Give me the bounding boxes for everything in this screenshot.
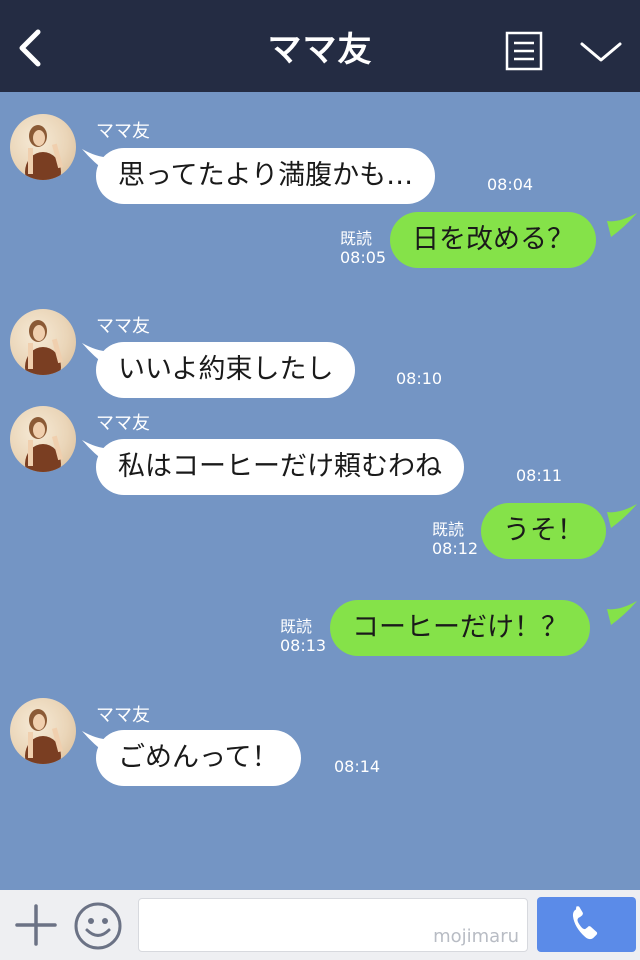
bubble-tail	[607, 601, 637, 625]
message-input[interactable]: mojimaru	[138, 898, 528, 952]
avatar[interactable]	[10, 309, 76, 375]
call-button[interactable]	[537, 897, 636, 952]
sender-name: ママ友	[96, 413, 150, 434]
watermark: mojimaru	[433, 926, 519, 947]
emoji-icon[interactable]	[73, 901, 123, 951]
avatar[interactable]	[10, 698, 76, 764]
read-label: 既読	[280, 617, 313, 636]
read-receipt: 既読 08:05	[340, 229, 386, 267]
bubble-tail	[607, 504, 637, 528]
avatar[interactable]	[10, 114, 76, 180]
chat-title: ママ友	[267, 30, 373, 70]
header-bar: ママ友	[0, 0, 640, 92]
avatar[interactable]	[10, 406, 76, 472]
plus-icon[interactable]	[14, 903, 58, 947]
message-bubble[interactable]: コーヒーだけ！？	[330, 600, 590, 656]
chevron-down-icon[interactable]	[578, 36, 624, 68]
read-receipt: 既読 08:12	[432, 520, 478, 558]
message-time: 08:05	[340, 248, 387, 267]
message-bubble[interactable]: いいよ約束したし	[96, 342, 356, 398]
menu-icon[interactable]	[505, 31, 543, 71]
message-bubble[interactable]: 思ってたより満腹かも…	[96, 148, 436, 204]
read-receipt: 既読 08:13	[280, 617, 326, 655]
sender-name: ママ友	[96, 705, 150, 726]
message-time: 08:10	[396, 369, 443, 388]
message-bubble[interactable]: うそ！	[481, 503, 606, 559]
read-label: 既読	[340, 229, 373, 248]
message-time: 08:11	[516, 466, 563, 485]
sender-name: ママ友	[96, 121, 150, 142]
message-time: 08:12	[432, 539, 479, 558]
bubble-tail	[607, 213, 637, 237]
read-label: 既読	[432, 520, 465, 539]
message-bubble[interactable]: 私はコーヒーだけ頼むわね	[96, 439, 464, 495]
message-time: 08:04	[487, 175, 534, 194]
sender-name: ママ友	[96, 316, 150, 337]
message-bubble[interactable]: 日を改める？	[390, 212, 596, 268]
message-time: 08:14	[334, 757, 381, 776]
message-bubble[interactable]: ごめんって！	[96, 730, 301, 786]
message-time: 08:13	[280, 636, 327, 655]
phone-icon	[572, 906, 598, 940]
